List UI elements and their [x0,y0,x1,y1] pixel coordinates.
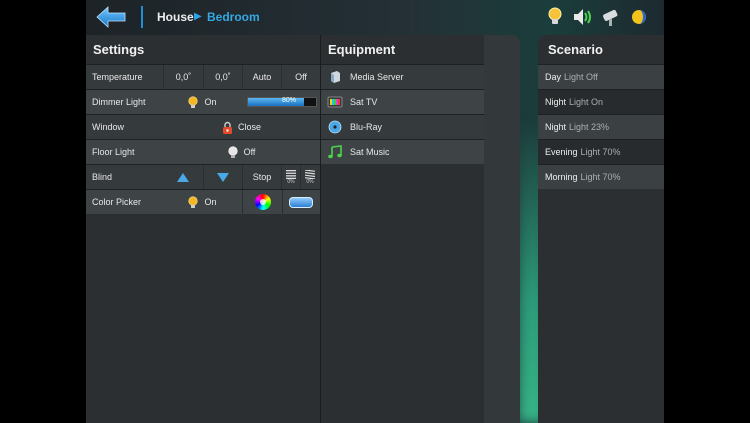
breadcrumb-house[interactable]: House [157,10,194,24]
tv-icon [327,96,343,108]
temperature-label: Temperature [92,72,143,82]
window-label: Window [92,122,125,132]
breadcrumb-arrow-icon: ▶ [194,11,202,22]
temperature-row: Temperature 0,0˚ 0,0˚ Auto Off [86,64,320,89]
color-picker-state: On [204,197,217,207]
dimmer-light-row: Dimmer Light On 80% [86,89,320,114]
slats-closed-indicator: 0% [305,169,315,185]
temperature-setpoint[interactable]: 0,0˚ [203,65,242,89]
slats-open-indicator: 0% [286,169,296,185]
floor-light-state: Off [243,147,256,157]
scenario-panel: Scenario Day Light Off Night Light On Ni… [538,35,664,423]
settings-panel: Settings Temperature 0,0˚ 0,0˚ Auto Off … [86,35,320,423]
top-bar: House ▶ Bedroom [86,0,664,35]
scenario-name: Evening [545,147,578,157]
bulb-on-icon [188,95,199,108]
breadcrumb-bedroom: Bedroom [207,10,260,24]
scenario-title: Scenario [548,42,603,57]
dimmer-light-label: Dimmer Light [92,97,146,107]
triangle-up-icon [177,172,189,182]
equipment-item-blu-ray[interactable]: Blu-Ray [321,114,485,139]
blind-label: Blind [92,172,113,182]
blind-slat-closed-button[interactable]: 0% [300,165,319,189]
slats-closed-value: 0% [306,178,314,185]
music-note-icon [328,145,342,159]
dimmer-level-text: 80% [281,97,296,104]
equipment-label: Sat TV [350,97,378,107]
scenario-desc: Light 70% [580,147,621,157]
bulb-off-icon [227,145,238,158]
dimmer-level-slider[interactable]: 80% [247,97,317,107]
floor-light-label: Floor Light [92,147,135,157]
scenario-name: Night [545,97,567,107]
speaker-icon[interactable] [572,6,594,28]
media-server-icon [331,71,340,83]
window-row: Window Close [86,114,320,139]
color-swatch-button[interactable] [282,190,319,214]
triangle-down-icon [217,172,229,182]
equipment-side-strip [484,35,520,423]
weather-icon[interactable] [628,6,650,28]
app-screen: House ▶ Bedroom Settings Temperature 0,0… [86,0,664,423]
dimmer-light-state: On [204,97,217,107]
blind-slat-open-button[interactable]: 0% [281,165,300,189]
dimmer-light-toggle[interactable]: On [163,90,242,114]
scenario-desc: Light 70% [580,172,621,182]
equipment-item-sat-tv[interactable]: Sat TV [321,89,485,114]
window-toggle[interactable]: Close [163,115,320,139]
scenario-name: Night [545,122,567,132]
scenario-item-night-23[interactable]: Night Light 23% [538,114,664,139]
floor-light-row: Floor Light Off [86,139,320,164]
lock-icon [222,121,232,134]
slats-open-value: 0% [287,178,295,185]
equipment-label: Blu-Ray [350,122,383,132]
blind-down-button[interactable] [203,165,242,189]
scenario-item-morning[interactable]: Morning Light 70% [538,164,664,189]
color-picker-label: Color Picker [92,197,142,207]
scenario-name: Day [545,72,562,82]
equipment-item-sat-music[interactable]: Sat Music [321,139,485,164]
scenario-name: Morning [545,172,578,182]
scenario-desc: Light 23% [569,122,610,132]
color-picker-toggle[interactable]: On [163,190,242,214]
header-separator [141,6,143,28]
scenario-item-day[interactable]: Day Light Off [538,64,664,89]
back-arrow-icon[interactable] [96,6,126,28]
scenario-desc: Light Off [564,72,598,82]
temperature-off-button[interactable]: Off [281,65,320,89]
blind-up-button[interactable] [163,165,203,189]
equipment-item-media-server[interactable]: Media Server [321,64,485,89]
temperature-auto-button[interactable]: Auto [242,65,281,89]
scenario-item-evening[interactable]: Evening Light 70% [538,139,664,164]
security-camera-icon[interactable] [600,6,622,28]
disc-icon [328,120,342,134]
top-icons [544,6,650,28]
settings-title: Settings [93,42,145,57]
color-picker-row: Color Picker On [86,189,320,214]
equipment-label: Media Server [350,72,404,82]
color-wheel-button[interactable] [242,190,282,214]
temperature-current[interactable]: 0,0˚ [163,65,203,89]
blind-stop-button[interactable]: Stop [242,165,281,189]
slats-open-icon [286,169,296,179]
color-swatch [289,196,313,208]
blind-row: Blind Stop 0% 0% [86,164,320,189]
floor-light-toggle[interactable]: Off [163,140,320,164]
equipment-panel: Equipment Media Server Sat TV Blu-Ray Sa… [320,35,520,423]
bulb-on-icon [188,195,199,208]
scenario-desc: Light On [569,97,604,107]
window-state: Close [237,122,261,132]
color-wheel-icon [254,194,271,210]
light-bulb-icon[interactable] [544,6,566,28]
scenario-item-night-on[interactable]: Night Light On [538,89,664,114]
equipment-label: Sat Music [350,147,390,157]
slats-closed-icon [305,169,315,179]
